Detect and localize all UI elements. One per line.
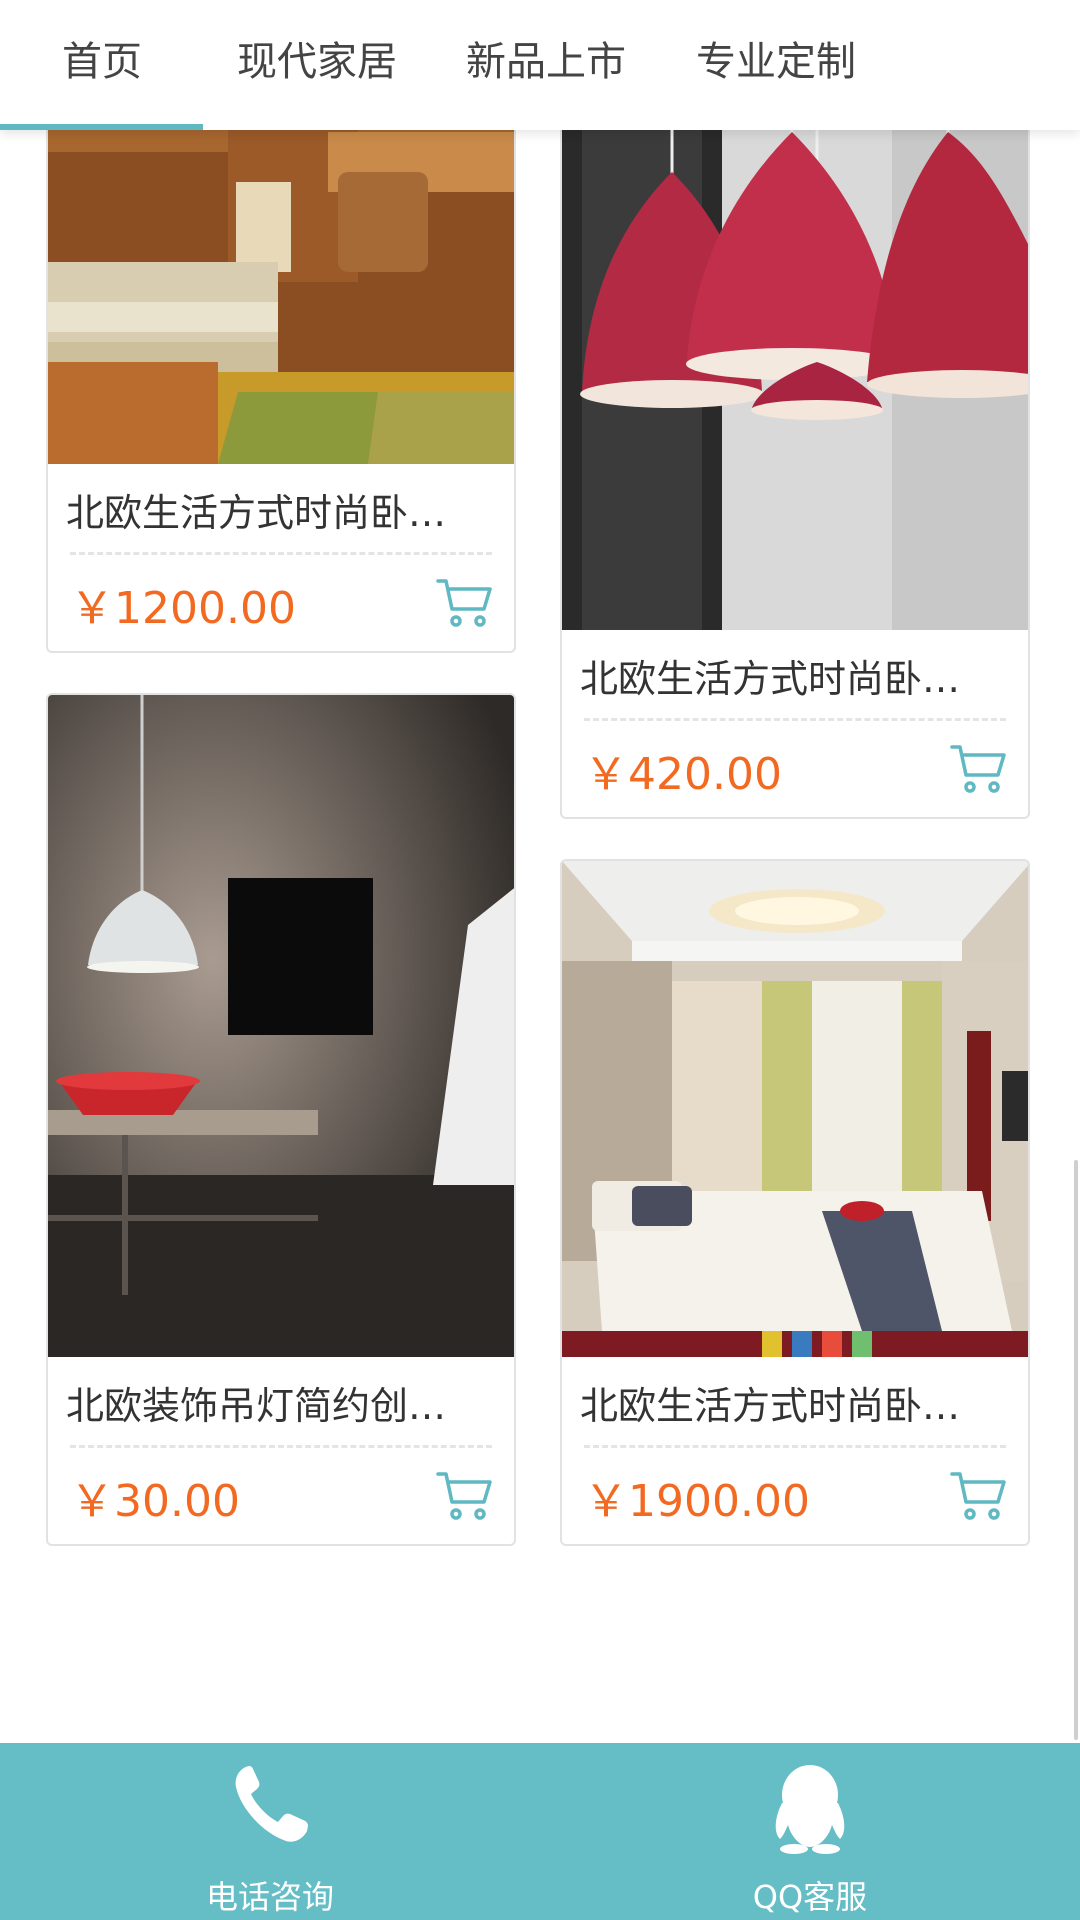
- product-image-white-pendant-lamp[interactable]: [48, 695, 514, 1357]
- product-image-bedroom-desk[interactable]: [48, 112, 514, 464]
- product-card[interactable]: 北欧装饰吊灯简约创… ￥30.00: [46, 693, 516, 1546]
- cart-icon[interactable]: [950, 743, 1006, 795]
- product-price: ￥30.00: [70, 1476, 240, 1527]
- qq-service-label: QQ客服: [752, 1878, 868, 1916]
- bottom-action-bar: 电话咨询 QQ客服: [0, 1743, 1080, 1920]
- cart-icon[interactable]: [950, 1470, 1006, 1522]
- product-price: ￥420.00: [584, 749, 782, 800]
- product-price: ￥1200.00: [70, 583, 296, 634]
- scrollbar[interactable]: [1074, 1160, 1078, 1740]
- divider: [70, 1445, 492, 1448]
- product-card[interactable]: 北欧生活方式时尚卧… ￥1200.00: [46, 110, 516, 653]
- qq-penguin-icon: [772, 1763, 848, 1859]
- divider: [584, 1445, 1006, 1448]
- cart-icon[interactable]: [436, 577, 492, 629]
- product-card[interactable]: 北欧生活方式时尚卧… ￥420.00: [560, 110, 1030, 819]
- top-tab-bar: 首页 现代家居 新品上市 专业定制: [0, 0, 1080, 130]
- phone-consult-label: 电话咨询: [205, 1878, 334, 1916]
- product-title[interactable]: 北欧生活方式时尚卧…: [66, 482, 496, 537]
- product-image-red-pendant-lamps[interactable]: [562, 112, 1028, 630]
- tab-modern-home[interactable]: 现代家居: [237, 0, 397, 130]
- product-title[interactable]: 北欧生活方式时尚卧…: [580, 648, 1010, 703]
- product-image-bedroom[interactable]: [562, 861, 1028, 1357]
- tab-new-arrivals[interactable]: 新品上市: [466, 0, 626, 130]
- divider: [70, 552, 492, 555]
- active-tab-indicator: [0, 124, 203, 130]
- phone-consult-button[interactable]: 电话咨询: [140, 1743, 400, 1920]
- divider: [584, 718, 1006, 721]
- product-title[interactable]: 北欧装饰吊灯简约创…: [66, 1375, 496, 1430]
- qq-service-button[interactable]: QQ客服: [680, 1743, 940, 1920]
- tab-home[interactable]: 首页: [62, 0, 142, 130]
- product-price: ￥1900.00: [584, 1476, 810, 1527]
- cart-icon[interactable]: [436, 1470, 492, 1522]
- phone-icon: [230, 1763, 310, 1849]
- tab-custom[interactable]: 专业定制: [696, 0, 856, 130]
- product-title[interactable]: 北欧生活方式时尚卧…: [580, 1375, 1010, 1430]
- product-card[interactable]: 北欧生活方式时尚卧… ￥1900.00: [560, 859, 1030, 1546]
